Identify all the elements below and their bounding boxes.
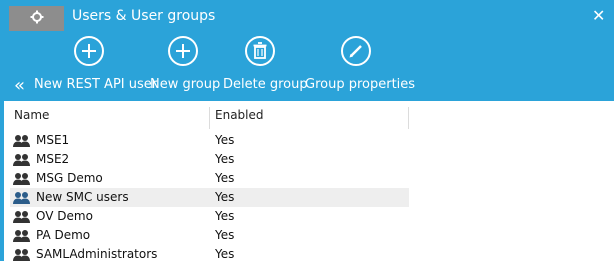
group-enabled: Yes <box>215 152 235 166</box>
group-name: New SMC users <box>36 190 129 204</box>
user-group-icon <box>12 190 32 204</box>
table-row-selected[interactable]: New SMC users Yes <box>10 188 409 207</box>
back-chevron-icon[interactable]: « <box>14 75 25 96</box>
group-enabled: Yes <box>215 247 235 261</box>
toolbar: « New REST API user New group Delete gro… <box>4 31 614 101</box>
column-header-name[interactable]: Name <box>14 108 49 122</box>
table-row[interactable]: MSE2 Yes <box>10 150 409 169</box>
group-enabled: Yes <box>215 190 235 204</box>
groups-table: Name Enabled MSE1 Yes MSE2 Yes MSG Demo … <box>4 101 614 261</box>
trash-icon <box>245 36 275 66</box>
user-group-icon <box>12 209 32 223</box>
group-enabled: Yes <box>215 133 235 147</box>
group-name: SAMLAdministrators <box>36 247 158 261</box>
table-row[interactable]: MSG Demo Yes <box>10 169 409 188</box>
table-row[interactable]: MSE1 Yes <box>10 131 409 150</box>
delete-group-button[interactable]: Delete group <box>223 31 308 101</box>
pencil-icon <box>341 36 371 66</box>
table-row[interactable]: OV Demo Yes <box>10 207 409 226</box>
user-group-icon <box>12 228 32 242</box>
new-rest-api-user-label: New REST API user <box>34 77 158 92</box>
table-row[interactable]: PA Demo Yes <box>10 226 409 245</box>
new-rest-api-user-button[interactable]: New REST API user <box>34 31 157 101</box>
column-divider[interactable] <box>209 107 210 129</box>
group-properties-button[interactable]: Group properties <box>305 31 415 101</box>
new-group-label: New group <box>150 77 221 92</box>
user-group-icon <box>12 247 32 261</box>
settings-tab[interactable] <box>9 6 64 31</box>
title-bar: Users & User groups ✕ <box>0 0 614 31</box>
close-icon[interactable]: ✕ <box>592 6 605 25</box>
gear-icon <box>30 10 44 28</box>
user-group-icon <box>12 133 32 147</box>
plus-circle-icon <box>168 36 198 66</box>
group-enabled: Yes <box>215 228 235 242</box>
user-group-icon <box>12 171 32 185</box>
group-enabled: Yes <box>215 209 235 223</box>
group-name: MSE1 <box>36 133 70 147</box>
delete-group-label: Delete group <box>223 77 308 92</box>
user-group-icon <box>12 152 32 166</box>
group-name: OV Demo <box>36 209 93 223</box>
group-name: PA Demo <box>36 228 91 242</box>
column-header-enabled[interactable]: Enabled <box>215 108 264 122</box>
group-enabled: Yes <box>215 171 235 185</box>
new-group-button[interactable]: New group <box>150 31 222 101</box>
column-divider[interactable] <box>408 107 409 129</box>
group-name: MSE2 <box>36 152 70 166</box>
table-row[interactable]: SAMLAdministrators Yes <box>10 245 409 264</box>
group-properties-label: Group properties <box>305 77 416 92</box>
window-title: Users & User groups <box>72 8 216 24</box>
group-name: MSG Demo <box>36 171 103 185</box>
plus-circle-icon <box>74 36 104 66</box>
